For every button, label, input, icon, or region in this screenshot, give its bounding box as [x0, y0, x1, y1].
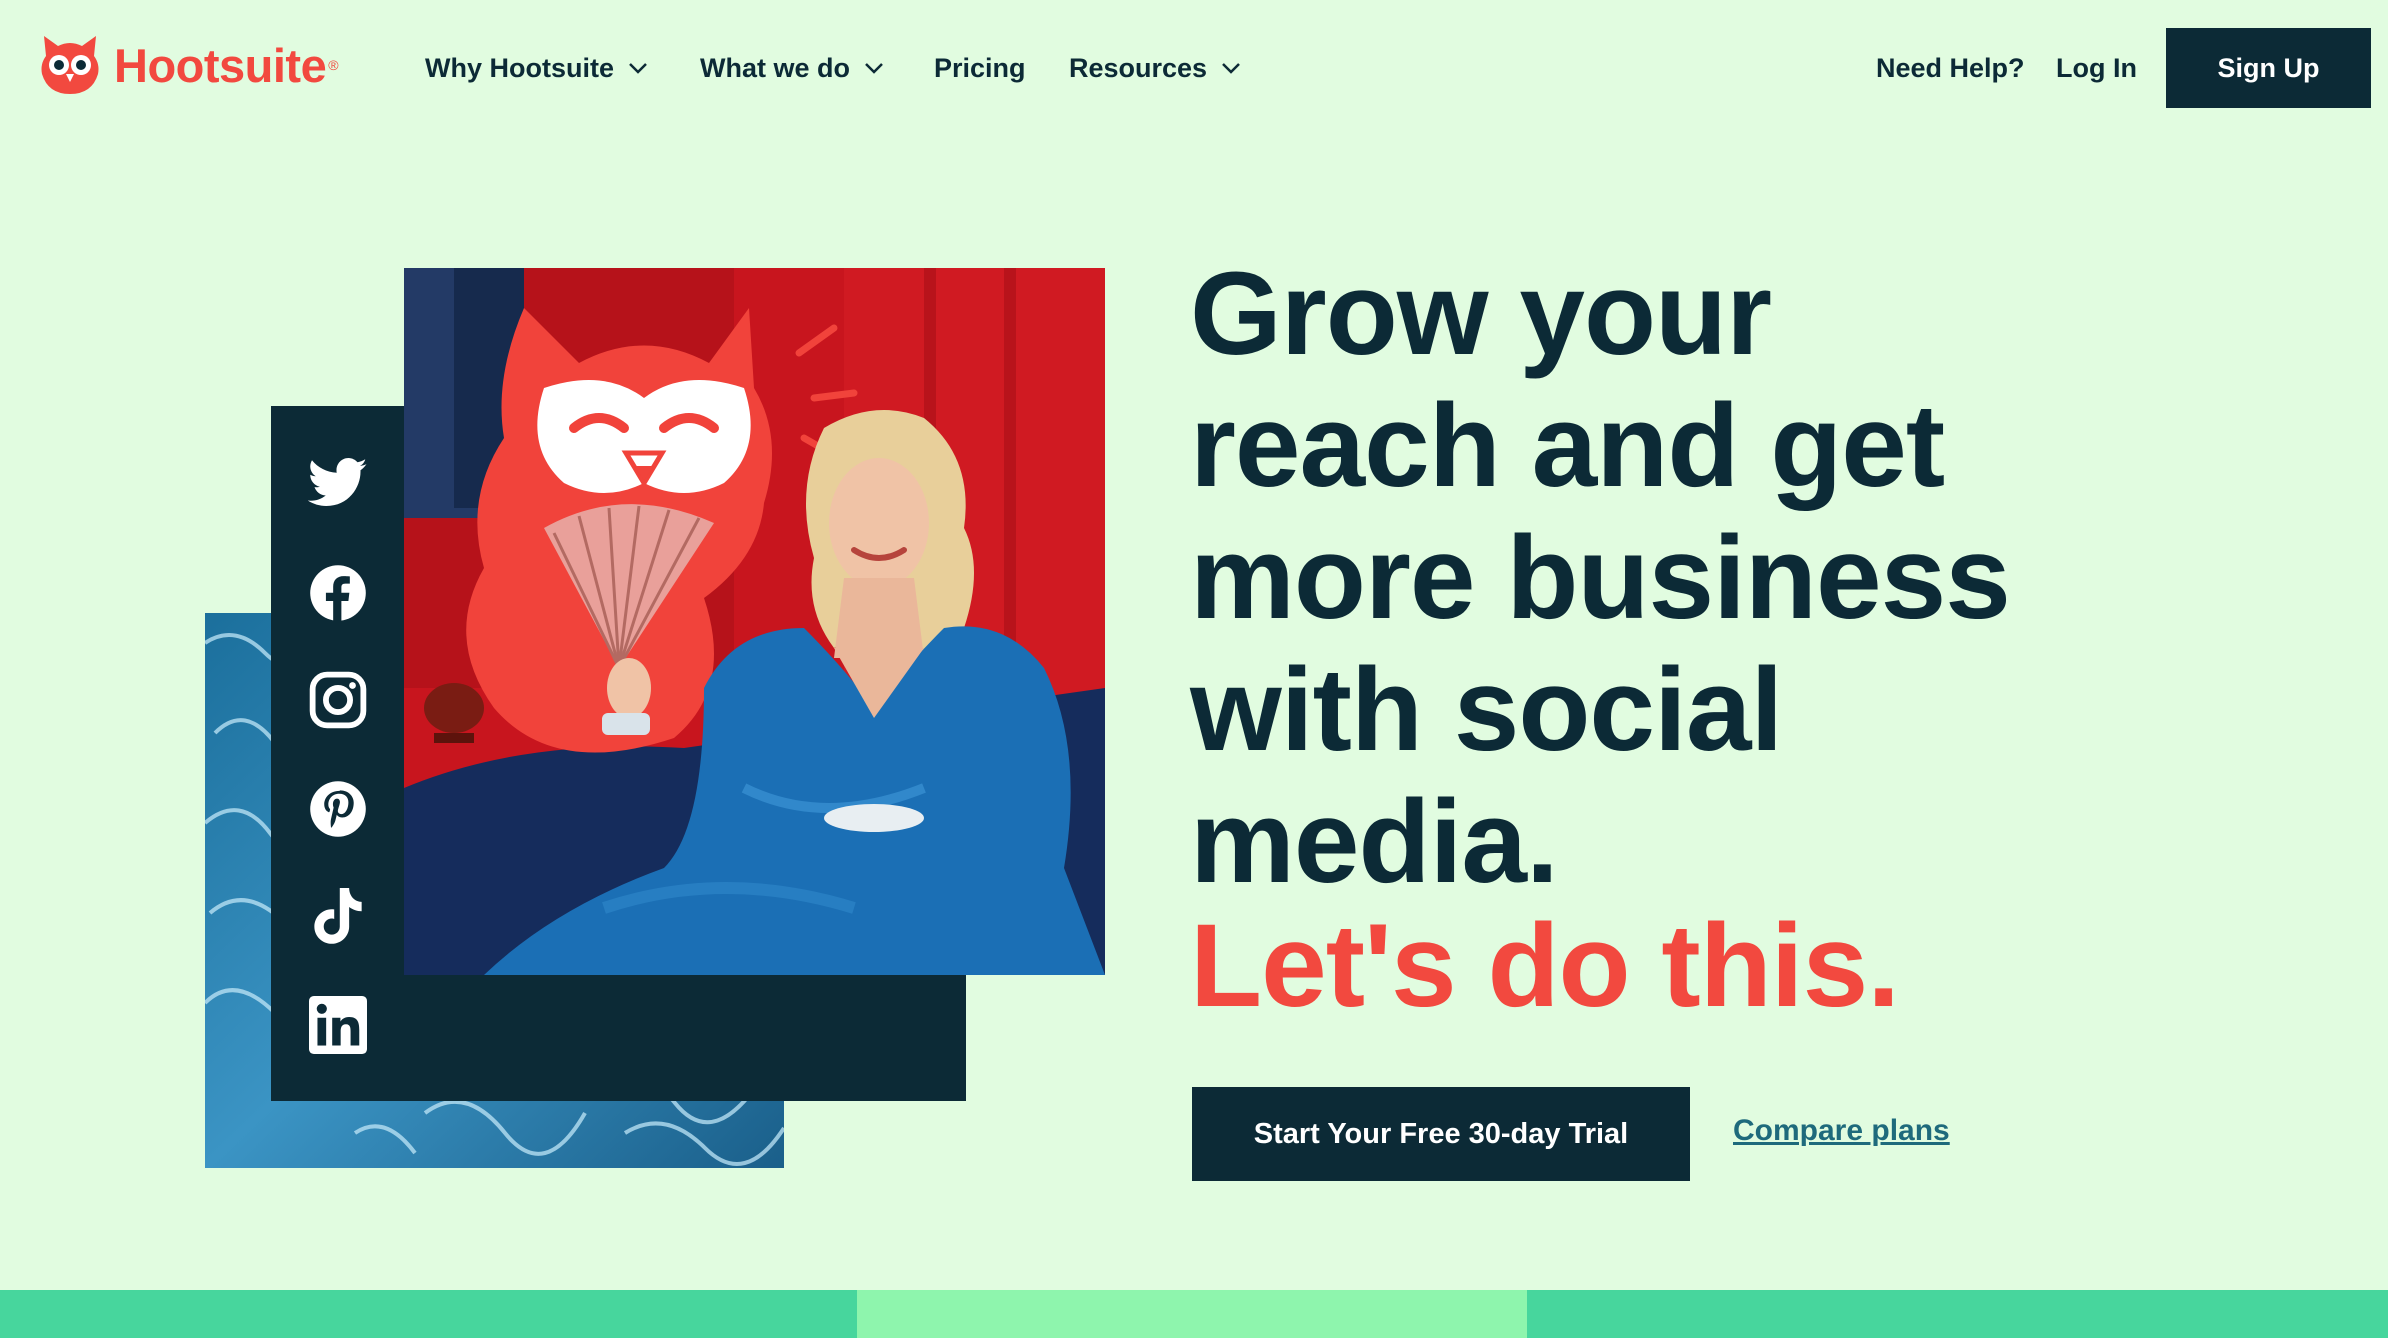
signup-button[interactable]: Sign Up	[2166, 28, 2371, 108]
headline-line: more business	[1190, 512, 2011, 644]
dark-accent-panel	[271, 975, 966, 1101]
chevron-down-icon	[865, 63, 883, 74]
owl-icon	[41, 36, 99, 94]
nav-what-we-do-label: What we do	[700, 52, 850, 83]
footer-strip-middle	[857, 1290, 1527, 1338]
registered-mark: ®	[328, 57, 339, 73]
headline-line: reach and get	[1190, 380, 1945, 512]
login-link[interactable]: Log In	[2056, 48, 2137, 88]
facebook-icon	[305, 560, 371, 626]
nav-what-we-do[interactable]: What we do	[700, 48, 884, 88]
nav-why-hootsuite-label: Why Hootsuite	[425, 52, 614, 83]
footer-strip-left	[0, 1290, 857, 1338]
headline-line: with social	[1190, 644, 1783, 776]
hero-tagline: Let's do this.	[1190, 900, 1900, 1032]
compare-plans-link[interactable]: Compare plans	[1733, 1114, 1950, 1148]
headline-line: Grow your	[1190, 248, 1772, 380]
chevron-down-icon	[1222, 63, 1240, 74]
linkedin-icon	[305, 992, 371, 1058]
hootsuite-logo[interactable]: Hootsuite ®	[38, 32, 339, 98]
nav-pricing[interactable]: Pricing	[934, 48, 1026, 88]
nav-resources-label: Resources	[1069, 52, 1208, 83]
footer-strip-right	[1527, 1290, 2388, 1338]
start-free-trial-button[interactable]: Start Your Free 30-day Trial	[1192, 1087, 1690, 1181]
tiktok-icon	[305, 884, 371, 950]
nav-why-hootsuite[interactable]: Why Hootsuite	[425, 48, 648, 88]
nav-pricing-label: Pricing	[934, 52, 1026, 83]
instagram-icon	[305, 667, 371, 733]
hero-photo-owl-and-woman	[404, 268, 1105, 975]
hero-headline: Grow your reach and get more business wi…	[1190, 248, 2290, 908]
chevron-down-icon	[629, 63, 647, 74]
need-help-link[interactable]: Need Help?	[1876, 48, 2025, 88]
nav-resources[interactable]: Resources	[1069, 48, 1241, 88]
headline-line: media.	[1190, 776, 1559, 908]
top-navigation: Hootsuite ® Why Hootsuite What we do Pri…	[0, 0, 2388, 134]
pinterest-icon	[305, 776, 371, 842]
twitter-icon	[305, 450, 371, 516]
logo-wordmark: Hootsuite	[114, 38, 327, 92]
